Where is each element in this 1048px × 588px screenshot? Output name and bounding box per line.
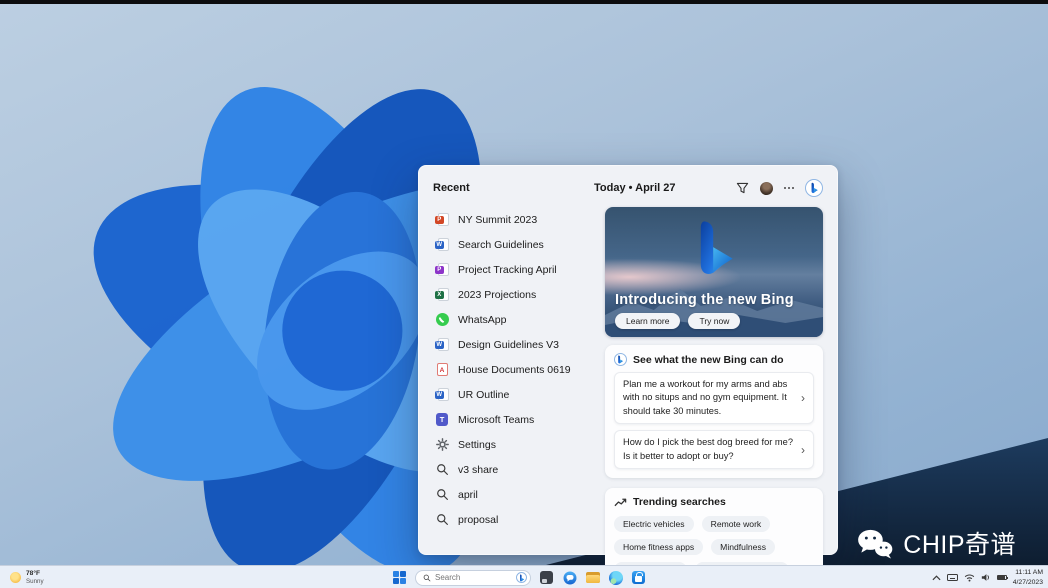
word-file-icon: W: [435, 237, 449, 252]
trend-chip[interactable]: Mindfulness: [711, 539, 776, 556]
project-file-icon: P: [435, 262, 449, 277]
battery-icon[interactable]: [996, 574, 1008, 581]
wifi-icon[interactable]: [964, 573, 975, 582]
trending-icon: [614, 498, 627, 507]
cando-title: See what the new Bing can do: [633, 353, 784, 366]
bing-mini-logo: [614, 353, 627, 366]
recent-item-settings[interactable]: Settings: [433, 432, 591, 457]
word-file-icon: W: [435, 337, 449, 352]
recent-item-microsoft-teams[interactable]: T Microsoft Teams: [433, 407, 591, 432]
file-explorer-icon[interactable]: [585, 570, 600, 585]
taskbar-search-box[interactable]: [415, 569, 531, 586]
recent-item-design-guidelines[interactable]: W Design Guidelines V3: [433, 332, 591, 357]
learn-more-button[interactable]: Learn more: [615, 313, 681, 329]
more-icon[interactable]: [784, 187, 794, 189]
touch-keyboard-icon[interactable]: [946, 574, 958, 581]
bing-search-icon[interactable]: [516, 572, 527, 583]
start-button[interactable]: [392, 570, 407, 585]
wechat-icon: [858, 529, 893, 559]
recent-search-april[interactable]: april: [433, 482, 591, 507]
recent-item-project-tracking[interactable]: P Project Tracking April: [433, 257, 591, 282]
weather-temperature: 78°F: [26, 569, 40, 577]
taskbar: 78°F Sunny Search 11:11 AM 4/27/2023: [0, 565, 1048, 588]
panel-header: Recent Today • April 27: [433, 178, 823, 198]
widgets-button[interactable]: 78°F Sunny: [7, 568, 47, 587]
powerpoint-file-icon: P: [435, 212, 449, 227]
filter-icon[interactable]: [736, 182, 749, 195]
tray-clock[interactable]: 11:11 AM 4/27/2023: [1013, 568, 1043, 586]
chevron-right-icon: ›: [801, 442, 805, 457]
tray-chevron-up-icon[interactable]: [932, 574, 941, 581]
search-icon: [423, 574, 431, 582]
suggestion-workout[interactable]: Plan me a workout for my arms and abs wi…: [614, 372, 814, 425]
search-flyout-panel: Recent Today • April 27 P NY Summit 2023: [418, 165, 838, 588]
recent-item-2023-projections[interactable]: X 2023 Projections: [433, 282, 591, 307]
chevron-right-icon: ›: [801, 391, 805, 406]
clock-date: 4/27/2023: [1012, 578, 1043, 586]
top-letterbox-bar: [0, 0, 1048, 4]
teams-icon: T: [435, 413, 449, 427]
excel-file-icon: X: [435, 287, 449, 302]
desktop: Recent Today • April 27 P NY Summit 2023: [0, 0, 1048, 588]
volume-icon[interactable]: [981, 573, 991, 582]
trend-chip[interactable]: Remote work: [701, 516, 771, 533]
weather-condition: Sunny: [26, 577, 44, 585]
microsoft-store-icon[interactable]: [631, 570, 646, 585]
hero-title: Introducing the new Bing: [615, 292, 794, 308]
pdf-file-icon: [435, 363, 449, 377]
chat-icon[interactable]: [562, 570, 577, 585]
bing-logo[interactable]: [805, 179, 823, 197]
task-view-icon[interactable]: [539, 570, 554, 585]
bing-column: Introducing the new Bing Learn more Try …: [605, 207, 823, 588]
recent-item-ur-outline[interactable]: W UR Outline: [433, 382, 591, 407]
recent-heading: Recent: [433, 182, 470, 194]
recent-search-v3-share[interactable]: v3 share: [433, 457, 591, 482]
trending-title: Trending searches: [633, 496, 726, 509]
recent-search-proposal[interactable]: proposal: [433, 507, 591, 532]
trend-chip[interactable]: Home fitness apps: [614, 539, 704, 556]
watermark-text: CHIP奇谱: [903, 531, 1016, 559]
bing-b-logo: [693, 219, 739, 277]
date-heading: Today • April 27: [594, 182, 676, 194]
search-icon: [435, 463, 449, 477]
weather-sun-icon: [10, 572, 21, 583]
search-input[interactable]: [435, 573, 512, 582]
edge-icon[interactable]: [608, 570, 623, 585]
clock-time: 11:11 AM: [1015, 569, 1043, 577]
recent-item-whatsapp[interactable]: WhatsApp: [433, 307, 591, 332]
trend-chip[interactable]: Electric vehicles: [614, 516, 694, 533]
word-file-icon: W: [435, 387, 449, 402]
search-icon: [435, 513, 449, 527]
watermark: CHIP奇谱: [856, 525, 1016, 561]
user-avatar[interactable]: [760, 181, 773, 195]
recent-item-house-documents[interactable]: House Documents 0619: [433, 357, 591, 382]
try-now-button[interactable]: Try now: [688, 313, 741, 329]
recent-item-search-guidelines[interactable]: W Search Guidelines: [433, 232, 591, 257]
gear-icon: [435, 438, 449, 452]
bing-hero-card[interactable]: Introducing the new Bing Learn more Try …: [605, 207, 823, 337]
whatsapp-icon: [435, 313, 449, 327]
recent-list: P NY Summit 2023 W Search Guidelines P P…: [433, 207, 591, 588]
suggestion-dog-breed[interactable]: How do I pick the best dog breed for me?…: [614, 430, 814, 470]
recent-item-ny-summit[interactable]: P NY Summit 2023: [433, 207, 591, 232]
bing-cando-card: See what the new Bing can do Plan me a w…: [605, 345, 823, 479]
search-icon: [435, 488, 449, 502]
